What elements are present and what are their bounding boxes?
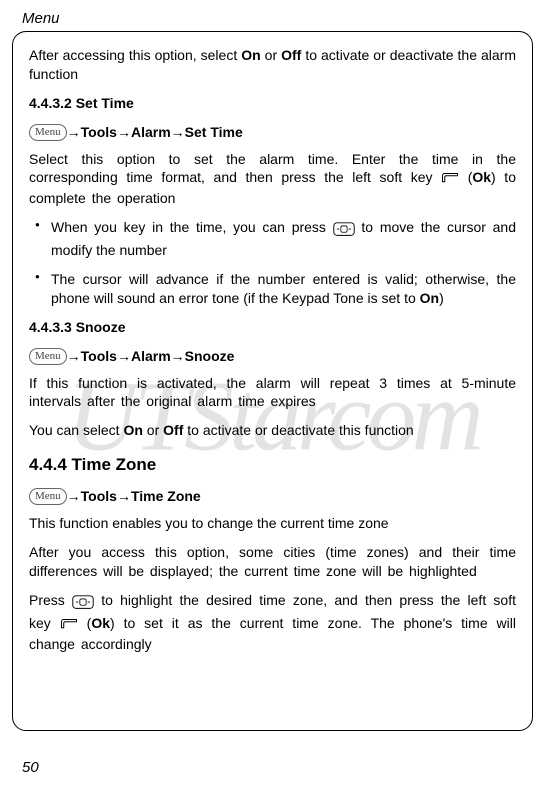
arrow-icon: → (117, 124, 131, 140)
tz-para2: After you access this option, some citie… (29, 543, 516, 581)
left-softkey-icon (441, 170, 459, 189)
menu-path-text: Alarm (131, 348, 171, 364)
content-frame: UTStarcom After accessing this option, s… (12, 31, 533, 731)
left-softkey-icon (60, 616, 78, 635)
page-number: 50 (22, 759, 39, 776)
arrow-icon: → (67, 124, 81, 140)
menu-softkey-icon: Menu (29, 348, 67, 365)
chapter-header: Menu (0, 0, 545, 31)
menu-path-text: Time Zone (131, 488, 201, 504)
menu-path-text: Set Time (185, 124, 243, 140)
snooze-para2: You can select On or Off to activate or … (29, 421, 516, 440)
tz-para3: Press to highlight the desired time zone… (29, 591, 516, 654)
heading-time-zone: 4.4.4 Time Zone (29, 454, 516, 477)
tz-para1: This function enables you to change the … (29, 514, 516, 533)
text-bold: Ok (472, 169, 491, 185)
text-bold: Off (281, 47, 301, 63)
menu-path-snooze: Menu→Tools→Alarm→Snooze (29, 347, 516, 366)
text-bold: On (420, 290, 439, 306)
set-time-paragraph: Select this option to set the alarm time… (29, 150, 516, 209)
text: or (261, 47, 281, 63)
arrow-icon: → (117, 488, 131, 504)
body-text: After accessing this option, select On o… (29, 46, 516, 653)
text: ( (459, 169, 472, 185)
text: Press (29, 592, 72, 608)
menu-path-text: Tools (81, 348, 117, 364)
menu-path-text: Tools (81, 488, 117, 504)
text-bold: Off (163, 422, 183, 438)
text-bold: Ok (91, 615, 110, 631)
text-bold: On (123, 422, 142, 438)
text: or (143, 422, 163, 438)
text: ( (78, 615, 92, 631)
text: When you key in the time, you can press (51, 219, 333, 235)
menu-softkey-icon: Menu (29, 124, 67, 141)
heading-snooze: 4.4.3.3 Snooze (29, 318, 516, 337)
arrow-icon: → (171, 348, 185, 364)
list-item: When you key in the time, you can press … (29, 218, 516, 260)
menu-path-text: Tools (81, 124, 117, 140)
nav-key-icon (72, 595, 94, 614)
heading-set-time: 4.4.3.2 Set Time (29, 94, 516, 113)
menu-path-time-zone: Menu→Tools→Time Zone (29, 487, 516, 506)
menu-path-text: Alarm (131, 124, 171, 140)
bullet-list: When you key in the time, you can press … (29, 218, 516, 308)
nav-key-icon (333, 222, 355, 241)
arrow-icon: → (67, 348, 81, 364)
menu-path-set-time: Menu→Tools→Alarm→Set Time (29, 123, 516, 142)
text: to activate or deactivate this function (183, 422, 413, 438)
arrow-icon: → (171, 124, 185, 140)
intro-paragraph: After accessing this option, select On o… (29, 46, 516, 84)
arrow-icon: → (67, 488, 81, 504)
text: After accessing this option, select (29, 47, 241, 63)
text: The cursor will advance if the number en… (51, 271, 516, 306)
text: ) (439, 290, 444, 306)
text-bold: On (241, 47, 260, 63)
menu-path-text: Snooze (185, 348, 235, 364)
arrow-icon: → (117, 348, 131, 364)
text: You can select (29, 422, 123, 438)
list-item: The cursor will advance if the number en… (29, 270, 516, 308)
snooze-para1: If this function is activated, the alarm… (29, 374, 516, 412)
menu-softkey-icon: Menu (29, 488, 67, 505)
